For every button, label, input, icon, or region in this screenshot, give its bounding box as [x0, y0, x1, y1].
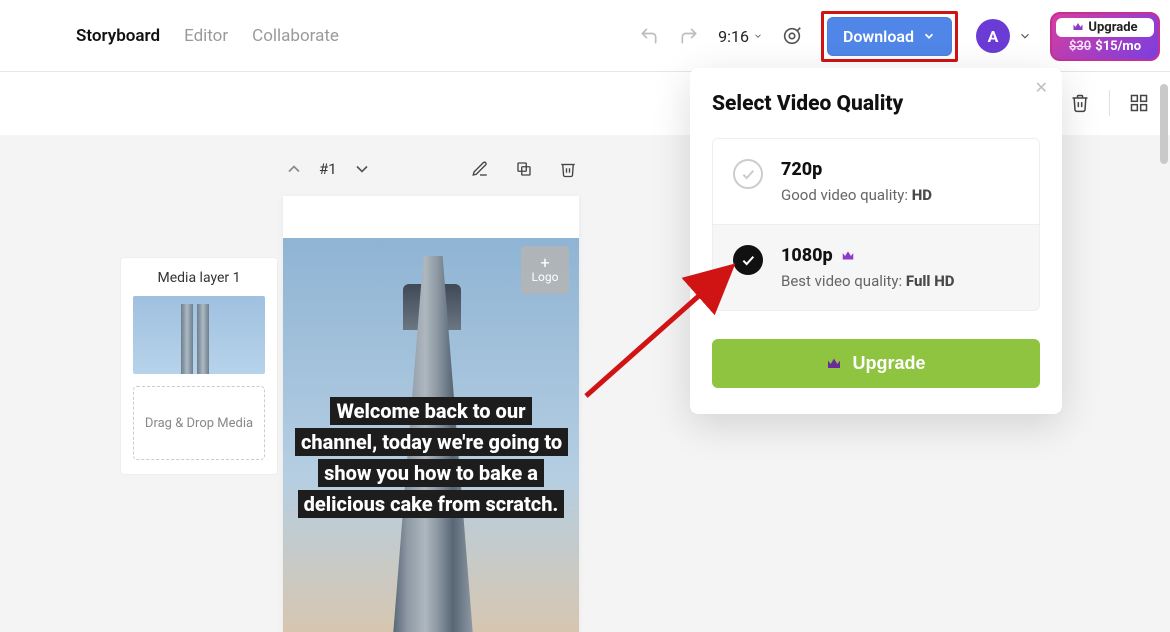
quality-label: 720p	[781, 159, 932, 180]
download-button-label: Download	[843, 27, 914, 46]
close-icon[interactable]: ✕	[1035, 78, 1048, 97]
crown-icon	[841, 249, 855, 263]
top-right-controls: 9:16 Download A Upgrade $30 $15/mo	[638, 0, 1160, 72]
tab-storyboard[interactable]: Storyboard	[76, 26, 160, 46]
edit-pencil-icon[interactable]	[469, 158, 491, 180]
quality-label-text: 720p	[781, 159, 822, 180]
chevron-down-icon	[922, 29, 936, 43]
scrollbar-thumb[interactable]	[1160, 84, 1168, 164]
aspect-ratio-value: 9:16	[718, 27, 749, 46]
crown-icon	[1072, 21, 1084, 33]
popover-title: Select Video Quality	[712, 92, 1040, 116]
plus-icon: +	[540, 256, 549, 270]
chevron-down-icon	[753, 31, 763, 41]
chevron-up-icon[interactable]	[283, 158, 305, 180]
upgrade-new-price: $15/mo	[1095, 39, 1141, 54]
check-circle-empty-icon	[733, 159, 763, 189]
check-circle-full-icon	[733, 245, 763, 275]
chevron-down-icon	[1018, 29, 1032, 43]
download-button-highlight: Download	[821, 11, 958, 62]
scene-card[interactable]: + Logo Welcome back to our channel, toda…	[283, 196, 579, 632]
quality-label: 1080p	[781, 245, 955, 266]
add-logo-button[interactable]: + Logo	[521, 246, 569, 294]
scene-tools	[469, 158, 579, 180]
scene-caption[interactable]: Welcome back to our channel, today we're…	[283, 396, 579, 520]
download-button[interactable]: Download	[827, 17, 952, 56]
nav-tabs: Storyboard Editor Collaborate	[76, 26, 339, 46]
crown-icon	[826, 356, 842, 372]
tab-collaborate[interactable]: Collaborate	[252, 26, 339, 46]
upgrade-promo-top: Upgrade	[1056, 18, 1154, 37]
aspect-ratio-selector[interactable]: 9:16	[718, 27, 763, 46]
upgrade-promo-label: Upgrade	[1088, 20, 1137, 35]
quality-label-text: 1080p	[781, 245, 833, 266]
media-layer-title: Media layer 1	[133, 270, 265, 286]
grid-view-icon[interactable]	[1128, 92, 1150, 114]
tab-editor[interactable]: Editor	[184, 26, 228, 46]
scene-nav: #1	[283, 158, 373, 180]
quality-desc-bold: HD	[912, 186, 932, 204]
upgrade-old-price: $30	[1069, 39, 1091, 54]
media-dropzone[interactable]: Drag & Drop Media	[133, 386, 265, 460]
scene-caption-text: Welcome back to our channel, today we're…	[295, 397, 568, 518]
media-dropzone-label: Drag & Drop Media	[145, 416, 253, 431]
media-layer-panel: Media layer 1 Drag & Drop Media	[120, 257, 278, 475]
upgrade-promo-price: $30 $15/mo	[1056, 37, 1154, 55]
quality-desc-prefix: Good video quality:	[781, 186, 912, 204]
quality-description: Best video quality: Full HD	[781, 272, 955, 290]
divider	[1109, 90, 1110, 116]
add-logo-label: Logo	[532, 270, 559, 284]
account-menu[interactable]: A	[976, 19, 1032, 53]
top-bar: Storyboard Editor Collaborate 9:16 Downl…	[0, 0, 1170, 72]
scene-number: #1	[319, 160, 337, 178]
chevron-down-icon[interactable]	[351, 158, 373, 180]
upgrade-button-label: Upgrade	[852, 353, 925, 374]
quality-option-1080p[interactable]: 1080p Best video quality: Full HD	[713, 224, 1039, 310]
scene-header: #1	[283, 158, 579, 180]
upgrade-promo[interactable]: Upgrade $30 $15/mo	[1050, 12, 1160, 61]
avatar: A	[976, 19, 1010, 53]
canvas-utility-strip	[1069, 90, 1150, 116]
video-quality-popover: ✕ Select Video Quality 720p Good video q…	[690, 68, 1062, 414]
media-thumbnail[interactable]	[133, 296, 265, 374]
quality-option-list: 720p Good video quality: HD 1080p Best v…	[712, 138, 1040, 311]
undo-icon[interactable]	[638, 25, 660, 47]
quality-desc-bold: Full HD	[906, 272, 955, 290]
trash-icon[interactable]	[1069, 92, 1091, 114]
quality-option-720p[interactable]: 720p Good video quality: HD	[713, 139, 1039, 224]
quality-desc-prefix: Best video quality:	[781, 272, 906, 290]
duplicate-icon[interactable]	[513, 158, 535, 180]
upgrade-button[interactable]: Upgrade	[712, 339, 1040, 388]
settings-gear-icon[interactable]	[781, 25, 803, 47]
trash-icon[interactable]	[557, 158, 579, 180]
quality-description: Good video quality: HD	[781, 186, 932, 204]
redo-icon[interactable]	[678, 25, 700, 47]
